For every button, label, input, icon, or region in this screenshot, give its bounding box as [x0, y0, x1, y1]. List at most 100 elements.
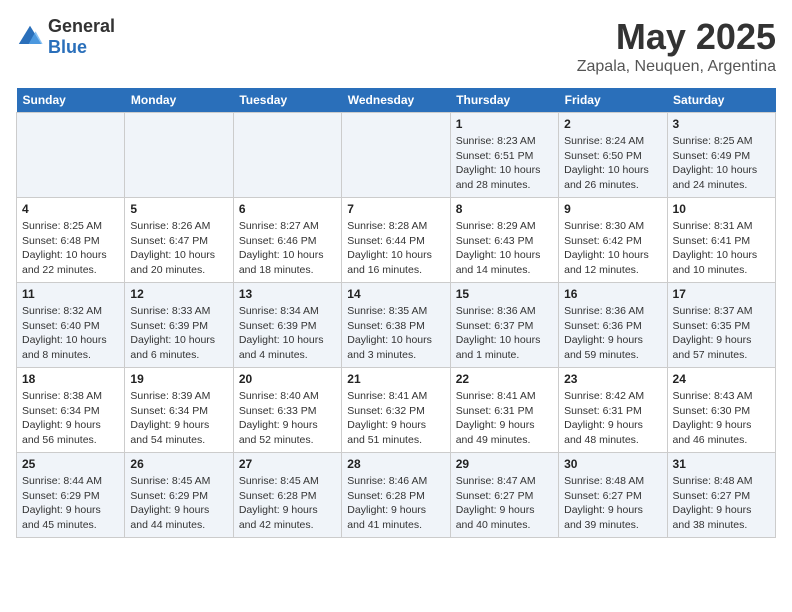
day-number: 19	[130, 372, 227, 386]
day-number: 14	[347, 287, 444, 301]
weekday-header-wednesday: Wednesday	[342, 88, 450, 113]
logo-general: General	[48, 16, 115, 37]
day-number: 26	[130, 457, 227, 471]
day-number: 9	[564, 202, 661, 216]
weekday-header-saturday: Saturday	[667, 88, 775, 113]
day-info: Sunrise: 8:35 AM Sunset: 6:38 PM Dayligh…	[347, 304, 444, 363]
day-number: 8	[456, 202, 553, 216]
calendar-cell: 12 Sunrise: 8:33 AM Sunset: 6:39 PM Dayli…	[125, 283, 233, 368]
calendar-cell	[125, 113, 233, 198]
day-info: Sunrise: 8:43 AM Sunset: 6:30 PM Dayligh…	[673, 389, 770, 448]
day-info: Sunrise: 8:29 AM Sunset: 6:43 PM Dayligh…	[456, 219, 553, 278]
calendar-cell: 9 Sunrise: 8:30 AM Sunset: 6:42 PM Daylig…	[559, 198, 667, 283]
day-number: 24	[673, 372, 770, 386]
week-row-3: 11 Sunrise: 8:32 AM Sunset: 6:40 PM Dayli…	[17, 283, 776, 368]
day-number: 30	[564, 457, 661, 471]
day-info: Sunrise: 8:45 AM Sunset: 6:29 PM Dayligh…	[130, 474, 227, 533]
week-row-2: 4 Sunrise: 8:25 AM Sunset: 6:48 PM Daylig…	[17, 198, 776, 283]
day-info: Sunrise: 8:31 AM Sunset: 6:41 PM Dayligh…	[673, 219, 770, 278]
weekday-header-thursday: Thursday	[450, 88, 558, 113]
day-info: Sunrise: 8:41 AM Sunset: 6:31 PM Dayligh…	[456, 389, 553, 448]
weekday-header-friday: Friday	[559, 88, 667, 113]
calendar-cell: 23 Sunrise: 8:42 AM Sunset: 6:31 PM Dayli…	[559, 368, 667, 453]
calendar-cell: 8 Sunrise: 8:29 AM Sunset: 6:43 PM Daylig…	[450, 198, 558, 283]
day-number: 5	[130, 202, 227, 216]
title-area: May 2025 Zapala, Neuquen, Argentina	[577, 16, 776, 76]
calendar-cell: 2Sunrise: 8:24 AM Sunset: 6:50 PM Daylig…	[559, 113, 667, 198]
day-number: 25	[22, 457, 119, 471]
page-header: General Blue May 2025 Zapala, Neuquen, A…	[16, 16, 776, 76]
day-number: 28	[347, 457, 444, 471]
calendar-cell: 7Sunrise: 8:28 AM Sunset: 6:44 PM Daylig…	[342, 198, 450, 283]
day-info: Sunrise: 8:27 AM Sunset: 6:46 PM Dayligh…	[239, 219, 336, 278]
day-info: Sunrise: 8:47 AM Sunset: 6:27 PM Dayligh…	[456, 474, 553, 533]
day-number: 11	[22, 287, 119, 301]
calendar-cell: 1 Sunrise: 8:23 AM Sunset: 6:51 PM Daylig…	[450, 113, 558, 198]
calendar-cell: 18 Sunrise: 8:38 AM Sunset: 6:34 PM Dayli…	[17, 368, 125, 453]
weekday-header-sunday: Sunday	[17, 88, 125, 113]
day-number: 23	[564, 372, 661, 386]
calendar-cell: 5 Sunrise: 8:26 AM Sunset: 6:47 PM Daylig…	[125, 198, 233, 283]
weekday-header-row: SundayMondayTuesdayWednesdayThursdayFrid…	[17, 88, 776, 113]
day-number: 18	[22, 372, 119, 386]
day-info: Sunrise: 8:37 AM Sunset: 6:35 PM Dayligh…	[673, 304, 770, 363]
day-info: Sunrise: 8:48 AM Sunset: 6:27 PM Dayligh…	[673, 474, 770, 533]
day-info: Sunrise: 8:23 AM Sunset: 6:51 PM Dayligh…	[456, 134, 553, 193]
day-number: 1	[456, 117, 553, 131]
day-info: Sunrise: 8:32 AM Sunset: 6:40 PM Dayligh…	[22, 304, 119, 363]
day-info: Sunrise: 8:30 AM Sunset: 6:42 PM Dayligh…	[564, 219, 661, 278]
day-number: 22	[456, 372, 553, 386]
calendar-cell: 4 Sunrise: 8:25 AM Sunset: 6:48 PM Daylig…	[17, 198, 125, 283]
day-info: Sunrise: 8:40 AM Sunset: 6:33 PM Dayligh…	[239, 389, 336, 448]
calendar-cell: 17Sunrise: 8:37 AM Sunset: 6:35 PM Dayli…	[667, 283, 775, 368]
day-info: Sunrise: 8:44 AM Sunset: 6:29 PM Dayligh…	[22, 474, 119, 533]
calendar-cell: 19 Sunrise: 8:39 AM Sunset: 6:34 PM Dayli…	[125, 368, 233, 453]
day-info: Sunrise: 8:38 AM Sunset: 6:34 PM Dayligh…	[22, 389, 119, 448]
calendar-cell: 31 Sunrise: 8:48 AM Sunset: 6:27 PM Dayli…	[667, 453, 775, 538]
day-info: Sunrise: 8:25 AM Sunset: 6:48 PM Dayligh…	[22, 219, 119, 278]
weekday-header-tuesday: Tuesday	[233, 88, 341, 113]
calendar-cell: 11 Sunrise: 8:32 AM Sunset: 6:40 PM Dayli…	[17, 283, 125, 368]
day-number: 21	[347, 372, 444, 386]
day-number: 7	[347, 202, 444, 216]
day-info: Sunrise: 8:36 AM Sunset: 6:37 PM Dayligh…	[456, 304, 553, 363]
day-number: 29	[456, 457, 553, 471]
day-info: Sunrise: 8:33 AM Sunset: 6:39 PM Dayligh…	[130, 304, 227, 363]
day-info: Sunrise: 8:36 AM Sunset: 6:36 PM Dayligh…	[564, 304, 661, 363]
calendar-cell: 14 Sunrise: 8:35 AM Sunset: 6:38 PM Dayli…	[342, 283, 450, 368]
calendar-cell: 10 Sunrise: 8:31 AM Sunset: 6:41 PM Dayli…	[667, 198, 775, 283]
day-number: 13	[239, 287, 336, 301]
calendar-cell: 3 Sunrise: 8:25 AM Sunset: 6:49 PM Daylig…	[667, 113, 775, 198]
calendar-cell: 20 Sunrise: 8:40 AM Sunset: 6:33 PM Dayli…	[233, 368, 341, 453]
weekday-header-monday: Monday	[125, 88, 233, 113]
day-info: Sunrise: 8:41 AM Sunset: 6:32 PM Dayligh…	[347, 389, 444, 448]
day-number: 20	[239, 372, 336, 386]
day-info: Sunrise: 8:45 AM Sunset: 6:28 PM Dayligh…	[239, 474, 336, 533]
day-number: 4	[22, 202, 119, 216]
logo-blue: Blue	[48, 37, 115, 58]
month-title: May 2025	[577, 16, 776, 58]
day-info: Sunrise: 8:26 AM Sunset: 6:47 PM Dayligh…	[130, 219, 227, 278]
day-info: Sunrise: 8:46 AM Sunset: 6:28 PM Dayligh…	[347, 474, 444, 533]
day-info: Sunrise: 8:25 AM Sunset: 6:49 PM Dayligh…	[673, 134, 770, 193]
day-number: 12	[130, 287, 227, 301]
day-number: 31	[673, 457, 770, 471]
day-info: Sunrise: 8:39 AM Sunset: 6:34 PM Dayligh…	[130, 389, 227, 448]
week-row-5: 25 Sunrise: 8:44 AM Sunset: 6:29 PM Dayli…	[17, 453, 776, 538]
day-info: Sunrise: 8:42 AM Sunset: 6:31 PM Dayligh…	[564, 389, 661, 448]
day-number: 3	[673, 117, 770, 131]
location: Zapala, Neuquen, Argentina	[577, 58, 776, 76]
day-number: 16	[564, 287, 661, 301]
day-number: 10	[673, 202, 770, 216]
calendar-cell: 29 Sunrise: 8:47 AM Sunset: 6:27 PM Dayli…	[450, 453, 558, 538]
day-info: Sunrise: 8:34 AM Sunset: 6:39 PM Dayligh…	[239, 304, 336, 363]
calendar-cell: 6 Sunrise: 8:27 AM Sunset: 6:46 PM Daylig…	[233, 198, 341, 283]
logo-icon	[16, 23, 44, 51]
logo-text: General Blue	[48, 16, 115, 58]
calendar-cell: 15Sunrise: 8:36 AM Sunset: 6:37 PM Dayli…	[450, 283, 558, 368]
week-row-1: 1 Sunrise: 8:23 AM Sunset: 6:51 PM Daylig…	[17, 113, 776, 198]
day-number: 2	[564, 117, 661, 131]
calendar-cell: 25 Sunrise: 8:44 AM Sunset: 6:29 PM Dayli…	[17, 453, 125, 538]
calendar-cell: 21 Sunrise: 8:41 AM Sunset: 6:32 PM Dayli…	[342, 368, 450, 453]
day-number: 6	[239, 202, 336, 216]
